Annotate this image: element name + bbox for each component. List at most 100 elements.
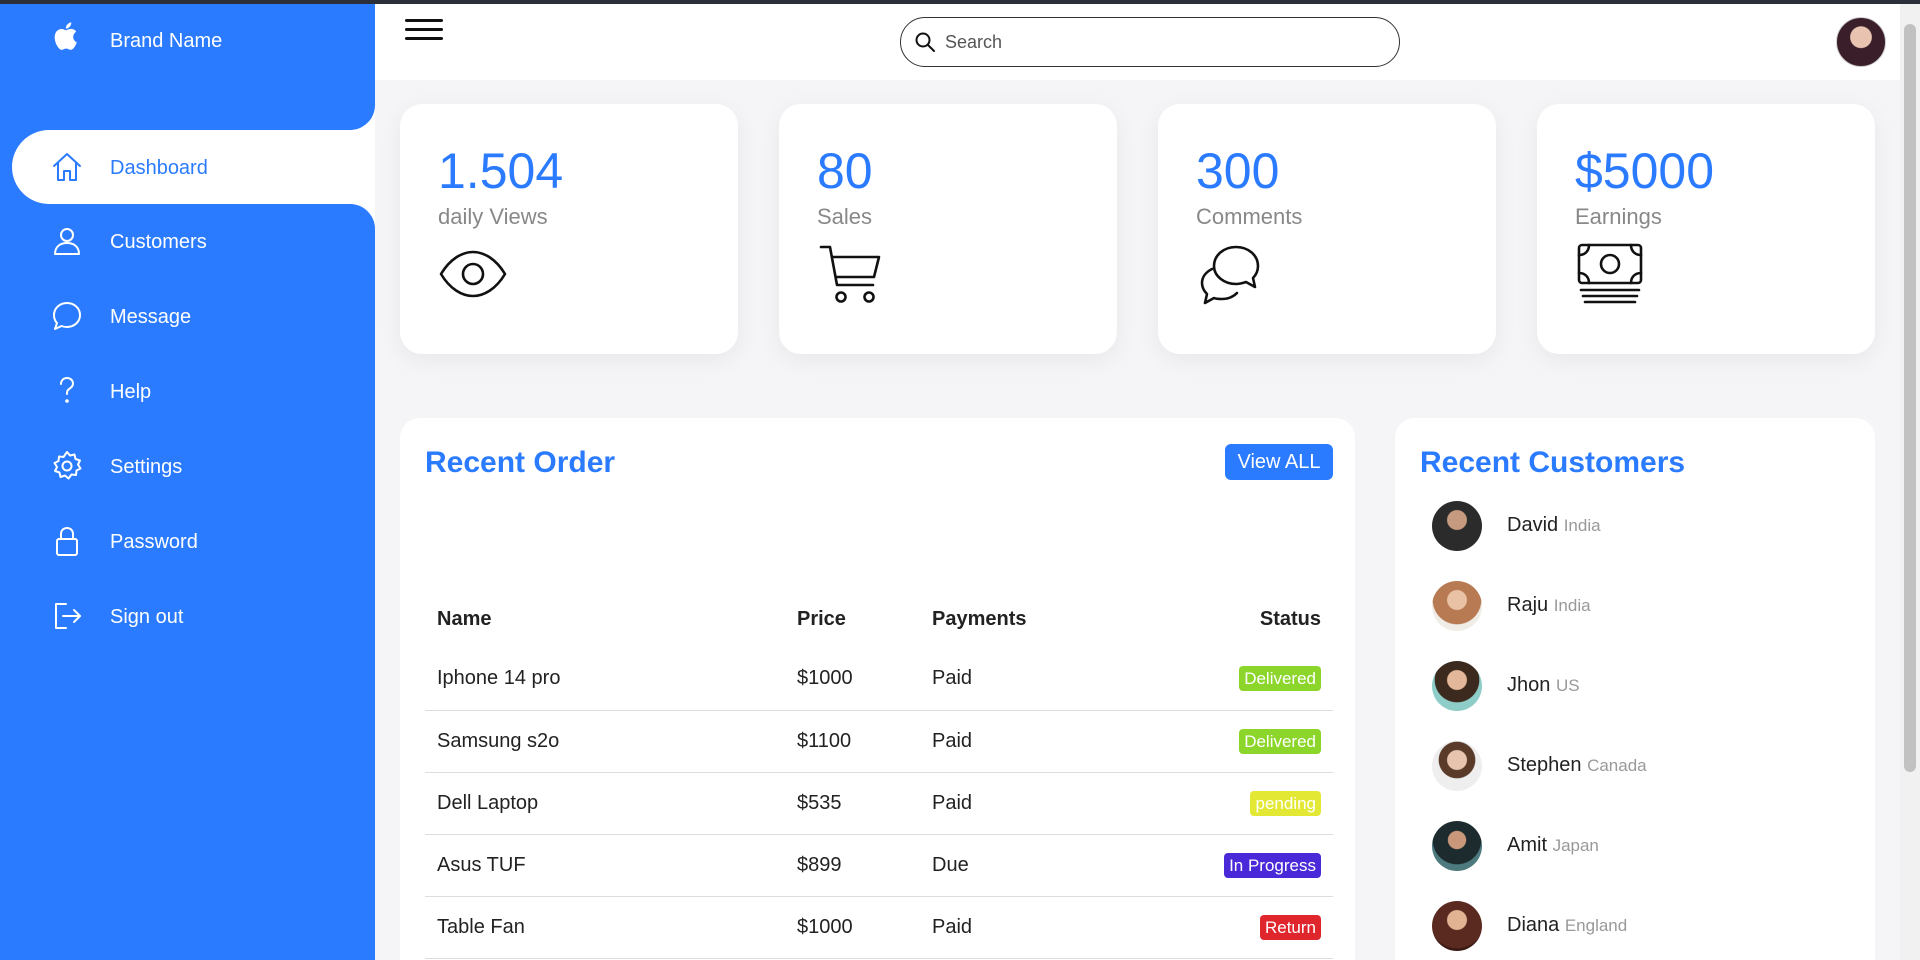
order-price-cell: $535 [785,772,920,835]
sidebar-item-password[interactable]: Password [12,504,375,578]
recent-customers-title: Recent Customers [1420,446,1686,479]
order-price-cell: $1100 [785,710,920,773]
stat-card-views[interactable]: 1.504 daily Views [400,104,738,354]
stat-label: daily Views [438,204,548,229]
sidebar-item-label: Help [110,381,152,403]
customer-item[interactable]: Jhon US [1432,658,1852,714]
order-status-cell: Return [1120,896,1333,959]
sidebar-item-label: Dashboard [110,157,208,179]
view-all-button[interactable]: View ALL [1225,444,1333,480]
customer-item[interactable]: David India [1432,498,1852,554]
customer-name-line: Amit Japan [1507,834,1599,857]
stat-number: 1.504 [438,143,564,199]
sidebar-item-label: Settings [110,456,183,478]
customer-name-line: Diana England [1507,914,1627,937]
customer-item[interactable]: Stephen Canada [1432,738,1852,794]
customer-country: India [1553,596,1591,615]
customer-name: Stephen [1507,754,1582,776]
customer-avatar [1432,581,1482,631]
order-price-cell: $899 [785,834,920,897]
sidebar-item-settings[interactable]: Settings [12,429,375,503]
table-row[interactable]: Samsung s2o $1100 Paid Delivered [425,710,1333,773]
home-icon [50,150,84,184]
menu-toggle-icon[interactable] [405,18,445,48]
top-bar [375,4,1900,80]
customer-item[interactable]: Amit Japan [1432,818,1852,874]
stat-label: Comments [1196,204,1303,229]
money-icon [1575,239,1645,309]
customer-avatar [1432,901,1482,951]
customer-avatar [1432,821,1482,871]
customer-item[interactable]: Diana England [1432,898,1852,954]
customer-name: Raju [1507,594,1549,616]
customer-name: Amit [1507,834,1547,856]
orders-table: Name Price Payments Status Iphone 14 pro… [425,590,1333,959]
stat-card-earnings[interactable]: $5000 Earnings [1537,104,1875,354]
customer-name: Jhon [1507,674,1551,696]
column-header-status: Status [1259,607,1321,630]
status-badge: pending [1250,790,1321,816]
status-badge: Delivered [1239,666,1321,692]
comments-icon [1196,239,1266,309]
stats-cards: 1.504 daily Views 80 Sales 300 Comments … [400,104,1875,354]
table-row[interactable]: Iphone 14 pro $1000 Paid Delivered [425,648,1333,711]
customer-name-line: David India [1507,514,1601,537]
customer-avatar [1432,501,1482,551]
order-payment-cell: Paid [920,896,1120,959]
column-header-name: Name [437,607,492,630]
gear-icon [50,449,84,483]
order-payment-cell: Paid [920,772,1120,835]
customer-item[interactable]: Raju India [1432,578,1852,634]
customer-name-line: Jhon US [1507,674,1580,697]
main-content: 1.504 daily Views 80 Sales 300 Comments … [375,4,1900,960]
stat-card-sales[interactable]: 80 Sales [779,104,1117,354]
customer-name-line: Stephen Canada [1507,754,1647,777]
person-icon [50,224,84,258]
search-icon [915,32,935,52]
customer-country: England [1564,916,1628,935]
table-row[interactable]: Asus TUF $899 Due In Progress [425,834,1333,897]
search-box[interactable] [900,17,1400,67]
order-status-cell: In Progress [1120,834,1333,897]
sidebar-item-sign-out[interactable]: Sign out [12,579,375,653]
customer-country: Canada [1587,756,1647,775]
sidebar-item-label: Message [110,306,192,328]
sidebar-item-dashboard[interactable]: Dashboard [12,130,375,204]
sidebar-item-message[interactable]: Message [12,279,375,353]
user-avatar[interactable] [1836,17,1886,67]
page-scrollbar[interactable] [1900,4,1920,960]
scrollbar-thumb[interactable] [1904,24,1916,772]
stat-label: Sales [817,204,873,229]
status-badge: In Progress [1224,852,1321,878]
customer-name: David [1507,514,1559,536]
order-name-cell: Samsung s2o [425,710,785,773]
order-name-cell: Asus TUF [425,834,785,897]
order-name-cell: Dell Laptop [425,772,785,835]
recent-customers-panel: Recent Customers David India Raju India Jh… [1395,418,1875,960]
status-badge: Return [1259,914,1321,940]
column-header-price: Price [797,607,846,630]
customer-country: India [1563,516,1601,535]
eye-icon [438,239,508,309]
order-status-cell: Delivered [1120,648,1333,711]
stat-label: Earnings [1575,204,1662,229]
sidebar-item-customers[interactable]: Customers [12,204,375,278]
customer-country: Japan [1552,836,1599,855]
brand[interactable]: Brand Name [0,0,375,80]
table-row[interactable]: Table Fan $1000 Paid Return [425,896,1333,959]
window-top-border [0,0,1920,4]
stat-number: 80 [817,143,873,199]
order-payment-cell: Due [920,834,1120,897]
order-name-cell: Table Fan [425,896,785,959]
order-name-cell: Iphone 14 pro [425,648,785,711]
order-price-cell: $1000 [785,896,920,959]
chat-icon [50,299,84,333]
order-payment-cell: Paid [920,648,1120,711]
search-input[interactable] [945,28,1385,56]
order-price-cell: $1000 [785,648,920,711]
sidebar-item-label: Password [110,531,198,553]
recent-orders-panel: Recent Order View ALL Name Price Payment… [400,418,1355,960]
stat-card-comments[interactable]: 300 Comments [1158,104,1496,354]
table-row[interactable]: Dell Laptop $535 Paid pending [425,772,1333,835]
sidebar-item-help[interactable]: Help [12,354,375,428]
